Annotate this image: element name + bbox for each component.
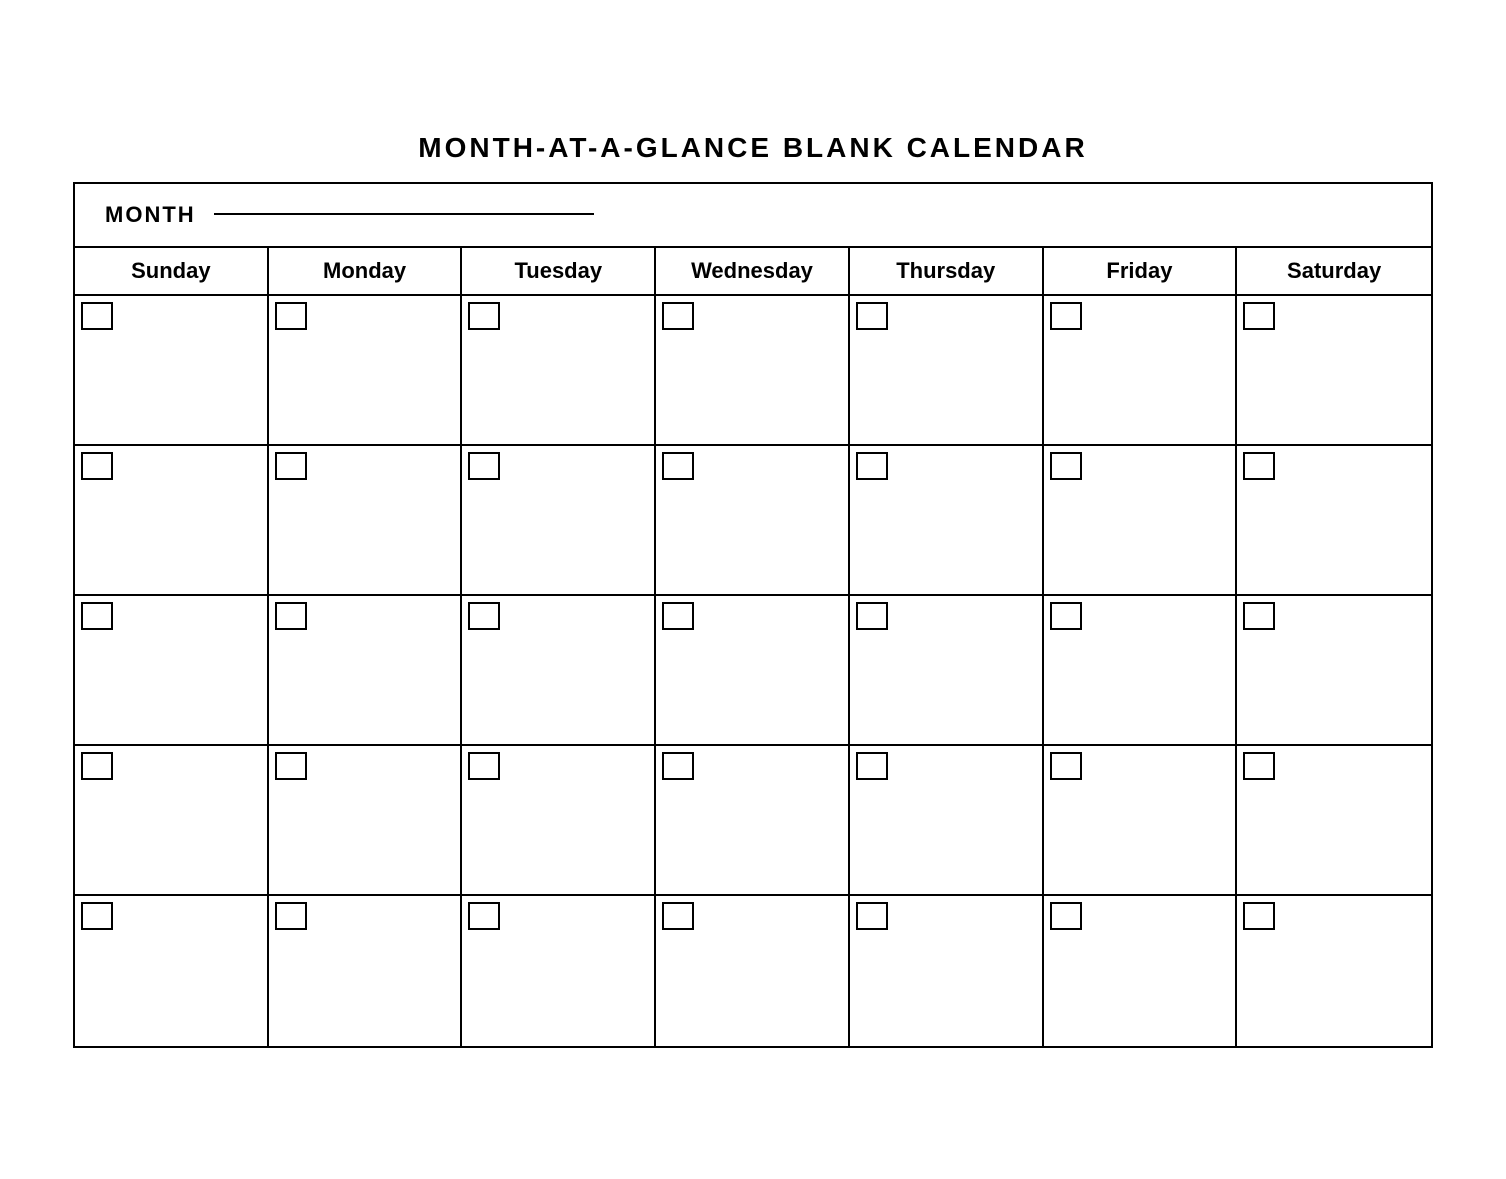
calendar-cell <box>656 296 850 444</box>
date-box <box>275 302 307 330</box>
calendar-cell <box>850 896 1044 1046</box>
date-box <box>662 602 694 630</box>
calendar-cell <box>1044 296 1238 444</box>
month-line <box>214 213 594 215</box>
calendar-cell <box>75 896 269 1046</box>
calendar-cell <box>462 596 656 744</box>
date-box <box>275 752 307 780</box>
date-box <box>1050 452 1082 480</box>
month-label: MONTH <box>105 202 196 227</box>
calendar-cell <box>1044 746 1238 894</box>
date-box <box>1050 302 1082 330</box>
calendar-cell <box>656 746 850 894</box>
date-box <box>856 602 888 630</box>
calendar-cell <box>1237 896 1431 1046</box>
calendar-cell <box>656 446 850 594</box>
calendar-row <box>75 296 1431 446</box>
days-header: Sunday Monday Tuesday Wednesday Thursday… <box>75 248 1431 296</box>
calendar-cell <box>269 596 463 744</box>
page-title: MONTH-AT-A-GLANCE BLANK CALENDAR <box>73 132 1433 164</box>
calendar-row <box>75 746 1431 896</box>
calendar-cell <box>850 596 1044 744</box>
date-box <box>1050 902 1082 930</box>
calendar-cell <box>656 596 850 744</box>
day-friday: Friday <box>1044 248 1238 294</box>
date-box <box>1243 302 1275 330</box>
date-box <box>662 752 694 780</box>
calendar-row <box>75 596 1431 746</box>
calendar-cell <box>462 746 656 894</box>
date-box <box>856 302 888 330</box>
date-box <box>81 302 113 330</box>
calendar-container: MONTH Sunday Monday Tuesday Wednesday Th… <box>73 182 1433 1048</box>
day-tuesday: Tuesday <box>462 248 656 294</box>
calendar-row <box>75 896 1431 1046</box>
date-box <box>662 452 694 480</box>
calendar-cell <box>1044 446 1238 594</box>
date-box <box>1243 752 1275 780</box>
date-box <box>468 302 500 330</box>
day-monday: Monday <box>269 248 463 294</box>
calendar-cell <box>1237 296 1431 444</box>
calendar-cell <box>269 446 463 594</box>
calendar-cell <box>75 446 269 594</box>
date-box <box>856 902 888 930</box>
date-box <box>1050 752 1082 780</box>
date-box <box>856 452 888 480</box>
date-box <box>1243 902 1275 930</box>
date-box <box>81 602 113 630</box>
calendar-cell <box>269 896 463 1046</box>
calendar-cell <box>462 896 656 1046</box>
calendar-cell <box>75 296 269 444</box>
calendar-cell <box>1044 896 1238 1046</box>
day-wednesday: Wednesday <box>656 248 850 294</box>
date-box <box>81 452 113 480</box>
date-box <box>468 452 500 480</box>
calendar-cell <box>850 746 1044 894</box>
calendar-cell <box>850 296 1044 444</box>
date-box <box>468 602 500 630</box>
calendar-cell <box>656 896 850 1046</box>
calendar-row <box>75 446 1431 596</box>
day-thursday: Thursday <box>850 248 1044 294</box>
month-header: MONTH <box>75 184 1431 248</box>
date-box <box>1243 602 1275 630</box>
day-sunday: Sunday <box>75 248 269 294</box>
calendar-cell <box>850 446 1044 594</box>
day-saturday: Saturday <box>1237 248 1431 294</box>
calendar-cell <box>269 746 463 894</box>
date-box <box>662 902 694 930</box>
calendar-cell <box>269 296 463 444</box>
calendar-cell <box>1237 746 1431 894</box>
date-box <box>81 752 113 780</box>
date-box <box>1243 452 1275 480</box>
calendar-cell <box>1237 446 1431 594</box>
calendar-grid <box>75 296 1431 1046</box>
calendar-cell <box>462 296 656 444</box>
date-box <box>468 902 500 930</box>
date-box <box>662 302 694 330</box>
calendar-cell <box>1237 596 1431 744</box>
date-box <box>468 752 500 780</box>
date-box <box>856 752 888 780</box>
calendar-cell <box>1044 596 1238 744</box>
date-box <box>275 602 307 630</box>
calendar-cell <box>75 596 269 744</box>
calendar-cell <box>462 446 656 594</box>
date-box <box>275 902 307 930</box>
calendar-cell <box>75 746 269 894</box>
date-box <box>275 452 307 480</box>
date-box <box>1050 602 1082 630</box>
date-box <box>81 902 113 930</box>
